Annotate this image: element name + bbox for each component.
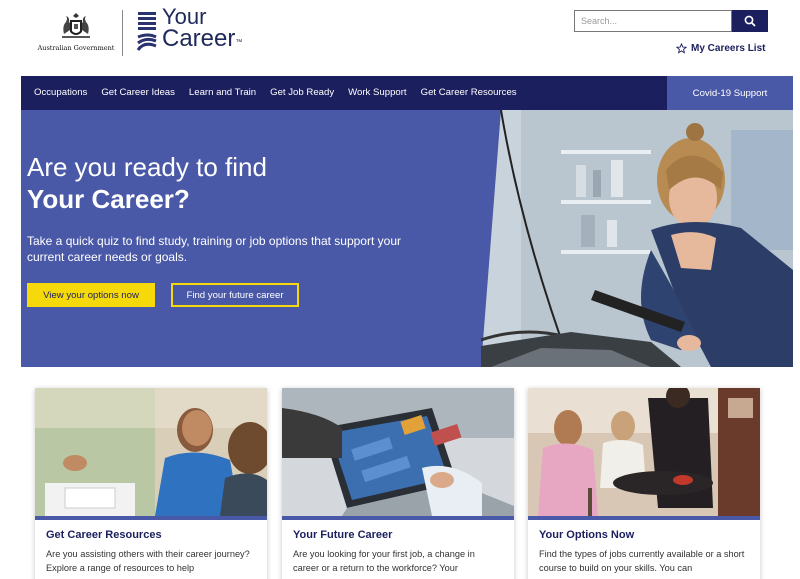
card-description: Find the types of jobs currently availab… — [539, 549, 745, 573]
search-icon — [744, 15, 756, 27]
nav-item-work-support[interactable]: Work Support — [341, 76, 413, 110]
search-input[interactable] — [574, 10, 732, 32]
view-options-button[interactable]: View your options now — [27, 283, 155, 307]
card-get-career-resources[interactable]: Get Career Resources Are you assisting o… — [35, 388, 267, 579]
card-title[interactable]: Get Career Resources — [35, 520, 267, 541]
card-image-cafe — [528, 388, 760, 516]
hero-title: Are you ready to find Your Career? — [27, 151, 267, 215]
card-description: Are you looking for your first job, a ch… — [293, 549, 475, 573]
australian-government-logo[interactable]: Australian Government — [35, 12, 117, 56]
nav-item-get-career-resources[interactable]: Get Career Resources — [414, 76, 524, 110]
my-careers-list-label: My Careers List — [691, 43, 766, 54]
gov-text: Australian Government — [37, 44, 115, 52]
hero-title-line-2: Your Career? — [27, 184, 190, 214]
card-image-laptop-skills — [282, 388, 514, 516]
your-career-mark-icon — [136, 12, 157, 51]
card-title[interactable]: Your Future Career — [282, 520, 514, 541]
hero-banner: Are you ready to find Your Career? Take … — [21, 110, 793, 367]
main-navigation: Occupations Get Career Ideas Learn and T… — [21, 76, 793, 110]
card-your-future-career[interactable]: Your Future Career Are you looking for y… — [282, 388, 514, 579]
card-image-people-talking — [35, 388, 267, 516]
logo-word-career: Career — [162, 25, 236, 52]
your-career-wordmark: Your Career™ — [162, 6, 243, 52]
card-title[interactable]: Your Options Now — [528, 520, 760, 541]
nav-item-get-career-ideas[interactable]: Get Career Ideas — [94, 76, 182, 110]
nav-item-occupations[interactable]: Occupations — [21, 76, 94, 110]
card-your-options-now[interactable]: Your Options Now Find the types of jobs … — [528, 388, 760, 579]
card-description: Are you assisting others with their care… — [46, 549, 250, 573]
nav-item-get-job-ready[interactable]: Get Job Ready — [263, 76, 341, 110]
star-outline-icon — [676, 43, 687, 54]
hero-mechanic-photo — [481, 110, 793, 367]
my-careers-list-link[interactable]: My Careers List — [676, 43, 765, 54]
logo-divider — [122, 10, 123, 56]
site-header: Australian Government Your Career™ Searc… — [0, 0, 800, 76]
coat-of-arms-icon — [62, 13, 90, 38]
hero-description: Take a quick quiz to find study, trainin… — [27, 234, 401, 264]
search-button[interactable] — [732, 10, 768, 32]
logo-line-2: Career™ — [162, 25, 243, 52]
nav-item-learn-and-train[interactable]: Learn and Train — [182, 76, 263, 110]
hero-title-line-1: Are you ready to find — [27, 152, 267, 182]
search-form — [574, 10, 768, 32]
nav-item-covid-support[interactable]: Covid-19 Support — [667, 76, 793, 110]
trademark-symbol: ™ — [235, 39, 243, 46]
find-future-career-button[interactable]: Find your future career — [171, 283, 299, 307]
